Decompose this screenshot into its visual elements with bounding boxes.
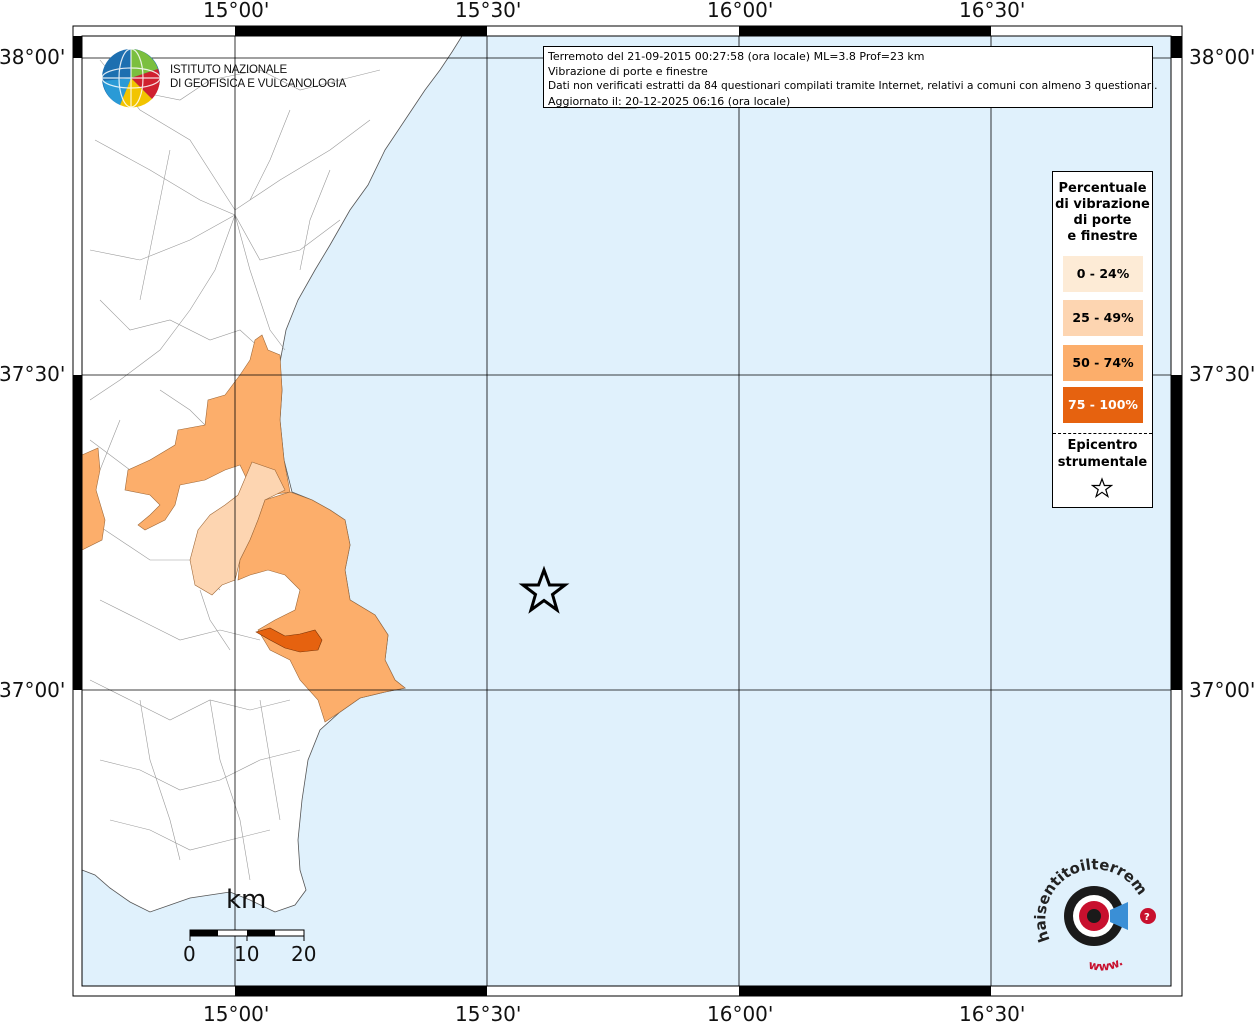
haisentito-logo: haisentitoilterremoto.it www. ? [1030,858,1156,974]
haisentito-logo-url: www. [1087,954,1125,973]
legend-separator [1053,433,1152,434]
legend-title-line: di vibrazione [1055,197,1150,212]
legend-epicenter-label: Epicentro strumentale [1053,437,1152,471]
axis-bottom-label: 16°00' [707,1002,774,1026]
ingv-globe-logo [101,48,161,108]
ingv-name-line1: ISTITUTO NAZIONALE [170,64,287,76]
axis-bottom-label: 16°30' [959,1002,1026,1026]
event-info-line: Vibrazione di porte e finestre [548,65,708,78]
legend-class-0-24: 0 - 24% [1063,256,1143,292]
legend-epicenter-line: strumentale [1057,455,1148,470]
svg-text:?: ? [1144,912,1150,923]
axis-right-label: 37°00' [1189,678,1255,702]
legend-title-line: di porte [1073,213,1132,228]
event-info-line: Terremoto del 21-09-2015 00:27:58 (ora l… [548,50,925,63]
axis-right-label: 38°00' [1189,45,1255,69]
axis-top-label: 16°30' [959,0,1026,22]
event-info-line: Dati non verificati estratti da 84 quest… [548,80,1158,92]
legend-class-75-100: 75 - 100% [1063,387,1143,423]
axis-left-label: 37°00' [0,678,66,702]
legend-class-50-74: 50 - 74% [1063,345,1143,381]
axis-right-label: 37°30' [1189,362,1255,386]
legend-star-icon [1091,477,1113,499]
axis-top-label: 15°30' [455,0,522,22]
axis-bottom-label: 15°30' [455,1002,522,1026]
axis-bottom-label: 15°00' [203,1002,270,1026]
legend-title-line: Percentuale [1058,181,1147,196]
scale-label: 10 [234,942,260,966]
legend-title: Percentuale di vibrazione di porte e fin… [1053,181,1152,245]
axis-top-label: 15°00' [203,0,270,22]
axis-left-label: 38°00' [0,45,66,69]
legend-title-line: e finestre [1067,229,1138,244]
axis-left-label: 37°30' [0,362,66,386]
legend-class-25-49: 25 - 49% [1063,300,1143,336]
legend-epicenter-line: Epicentro [1067,438,1138,453]
ingv-name-line2: DI GEOFISICA E VULCANOLOGIA [170,78,347,90]
ingv-name: ISTITUTO NAZIONALE DI GEOFISICA E VULCAN… [170,63,346,91]
legend: Percentuale di vibrazione di porte e fin… [1052,171,1153,508]
scale-label: 0 [183,942,196,966]
axis-top-label: 16°00' [707,0,774,22]
scale-label: 20 [291,942,317,966]
event-info-box: Terremoto del 21-09-2015 00:27:58 (ora l… [543,46,1158,108]
event-info-line: Aggiornato il: 20-12-2025 06:16 (ora loc… [548,95,791,108]
scale-unit: km [226,885,267,915]
